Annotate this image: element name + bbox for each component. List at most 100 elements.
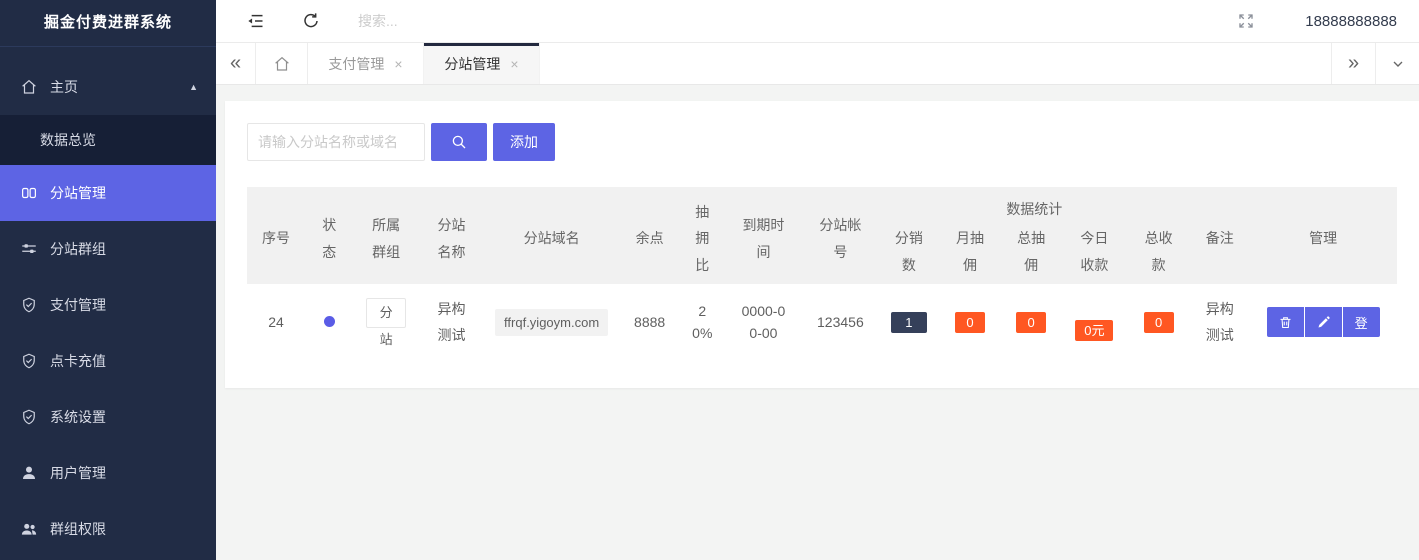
tab-payment-management[interactable]: 支付管理 ×: [308, 43, 424, 84]
sites-table: 序号 状态 所属群组 分站名称 分站域名 余点 抽拥比 到期时间 分站帐号 数据…: [247, 187, 1397, 360]
cell-distributors: 1: [878, 284, 939, 360]
fullscreen-icon[interactable]: [1235, 10, 1257, 32]
site-management-panel: 添加 序号 状态 所属群组 分站名称 分站域名 余点: [225, 101, 1419, 388]
col-header-commission-rate: 抽拥比: [680, 187, 724, 284]
login-button[interactable]: 登: [1343, 307, 1380, 337]
col-header-distributors: 分销数: [878, 225, 939, 284]
col-header-total-income: 总收款: [1127, 225, 1190, 284]
main-area: 18888888888 « 支付管理 × 分站管理 × »: [216, 0, 1419, 560]
content-area: 添加 序号 状态 所属群组 分站名称 分站域名 余点: [216, 85, 1419, 560]
sliders-icon: [18, 238, 40, 260]
component-icon: [18, 182, 40, 204]
shield-check-icon: [18, 294, 40, 316]
shield-check-icon: [18, 350, 40, 372]
sidebar-item-site-management[interactable]: 分站管理: [0, 165, 216, 221]
cell-manage: 登: [1249, 284, 1397, 360]
site-search-input[interactable]: [247, 123, 425, 161]
cell-group: 分站: [353, 284, 418, 360]
add-button[interactable]: 添加: [493, 123, 555, 161]
tab-label: 分站管理: [444, 54, 500, 74]
col-header-manage: 管理: [1249, 187, 1397, 284]
refresh-icon[interactable]: [300, 10, 322, 32]
col-header-today-income: 今日收款: [1062, 225, 1127, 284]
tab-label: 支付管理: [328, 54, 384, 74]
sidebar-item-site-groups[interactable]: 分站群组: [0, 221, 216, 277]
cell-month-commission: 0: [939, 284, 1000, 360]
caret-up-icon: ▲: [189, 82, 198, 92]
global-search-input[interactable]: [358, 13, 578, 29]
close-icon[interactable]: ×: [510, 56, 518, 72]
cell-total-commission: 0: [1001, 284, 1062, 360]
cell-expire: 0000-00-00: [724, 284, 802, 360]
sidebar-item-system-settings[interactable]: 系统设置: [0, 389, 216, 445]
col-header-site-name: 分站名称: [419, 187, 484, 284]
sidebar-item-label: 支付管理: [50, 295, 106, 315]
domain-tag[interactable]: ffrqf.yigoym.com: [495, 309, 608, 336]
distributors-badge: 1: [891, 312, 927, 333]
edit-button[interactable]: [1305, 307, 1342, 337]
search-icon: [450, 133, 468, 151]
top-header: 18888888888: [216, 0, 1419, 43]
search-button[interactable]: [431, 123, 487, 161]
sidebar-item-label: 数据总览: [40, 130, 96, 150]
app-title: 掘金付费进群系统: [0, 0, 216, 47]
users-icon: [18, 518, 40, 540]
home-icon: [273, 55, 291, 73]
user-phone[interactable]: 18888888888: [1305, 13, 1401, 30]
sidebar-item-label: 用户管理: [50, 463, 106, 483]
status-dot: [324, 316, 335, 327]
tab-bar: « 支付管理 × 分站管理 × »: [216, 43, 1419, 85]
toolbar: 添加: [247, 123, 1397, 161]
delete-button[interactable]: [1267, 307, 1304, 337]
cell-domain: ffrqf.yigoym.com: [484, 284, 619, 360]
sidebar-item-group-permissions[interactable]: 群组权限: [0, 501, 216, 557]
group-tag: 分站: [366, 298, 406, 328]
cell-site-name: 异构测试: [419, 284, 484, 360]
home-icon: [18, 76, 40, 98]
scroll-tabs-right-icon[interactable]: »: [1331, 43, 1375, 84]
pencil-icon: [1316, 315, 1331, 330]
tab-menu-chevron-down-icon[interactable]: [1375, 43, 1419, 84]
shield-check-icon: [18, 406, 40, 428]
cell-total-income: 0: [1127, 284, 1190, 360]
sidebar-nav: 主页 ▲ 数据总览 分站管理 分站群组 支付管理: [0, 47, 216, 557]
table-row: 24 分站 异构测试 ffrqf.yigoym.com 8888 20% 000…: [247, 284, 1397, 360]
col-header-domain: 分站域名: [484, 187, 619, 284]
sidebar-item-home[interactable]: 主页 ▲: [0, 59, 216, 115]
col-header-balance: 余点: [619, 187, 680, 284]
cell-today-income: 0元: [1062, 284, 1127, 360]
sidebar-item-payment-management[interactable]: 支付管理: [0, 277, 216, 333]
tab-home[interactable]: [256, 43, 308, 84]
cell-account: 123456: [802, 284, 878, 360]
col-header-account: 分站帐号: [802, 187, 878, 284]
sidebar-item-label: 分站群组: [50, 239, 106, 259]
col-header-group: 所属群组: [353, 187, 418, 284]
action-button-group: 登: [1253, 307, 1393, 337]
close-icon[interactable]: ×: [394, 56, 402, 72]
collapse-sidebar-icon[interactable]: [244, 10, 266, 32]
sidebar-item-label: 群组权限: [50, 519, 106, 539]
scroll-tabs-left-icon[interactable]: «: [216, 43, 256, 84]
cell-seq: 24: [247, 284, 305, 360]
cell-balance: 8888: [619, 284, 680, 360]
col-header-remark: 备注: [1190, 187, 1249, 284]
tab-site-management[interactable]: 分站管理 ×: [424, 43, 540, 84]
sidebar-item-user-management[interactable]: 用户管理: [0, 445, 216, 501]
cell-remark: 异构测试: [1190, 284, 1249, 360]
col-header-status: 状态: [305, 187, 353, 284]
col-group-header-stats: 数据统计: [878, 187, 1190, 225]
trash-icon: [1278, 315, 1293, 330]
sidebar-item-label: 点卡充值: [50, 351, 106, 371]
sidebar: 掘金付费进群系统 主页 ▲ 数据总览 分站管理 分站群组: [0, 0, 216, 560]
col-header-expire: 到期时间: [724, 187, 802, 284]
col-header-month-commission: 月抽佣: [939, 225, 1000, 284]
col-header-seq: 序号: [247, 187, 305, 284]
sidebar-item-label: 系统设置: [50, 407, 106, 427]
cell-commission-rate: 20%: [680, 284, 724, 360]
cell-status: [305, 284, 353, 360]
total-commission-badge: 0: [1016, 312, 1046, 333]
sidebar-item-card-recharge[interactable]: 点卡充值: [0, 333, 216, 389]
today-income-badge: 0元: [1075, 320, 1113, 341]
sidebar-item-label: 分站管理: [50, 183, 106, 203]
sidebar-item-data-overview[interactable]: 数据总览: [0, 115, 216, 165]
